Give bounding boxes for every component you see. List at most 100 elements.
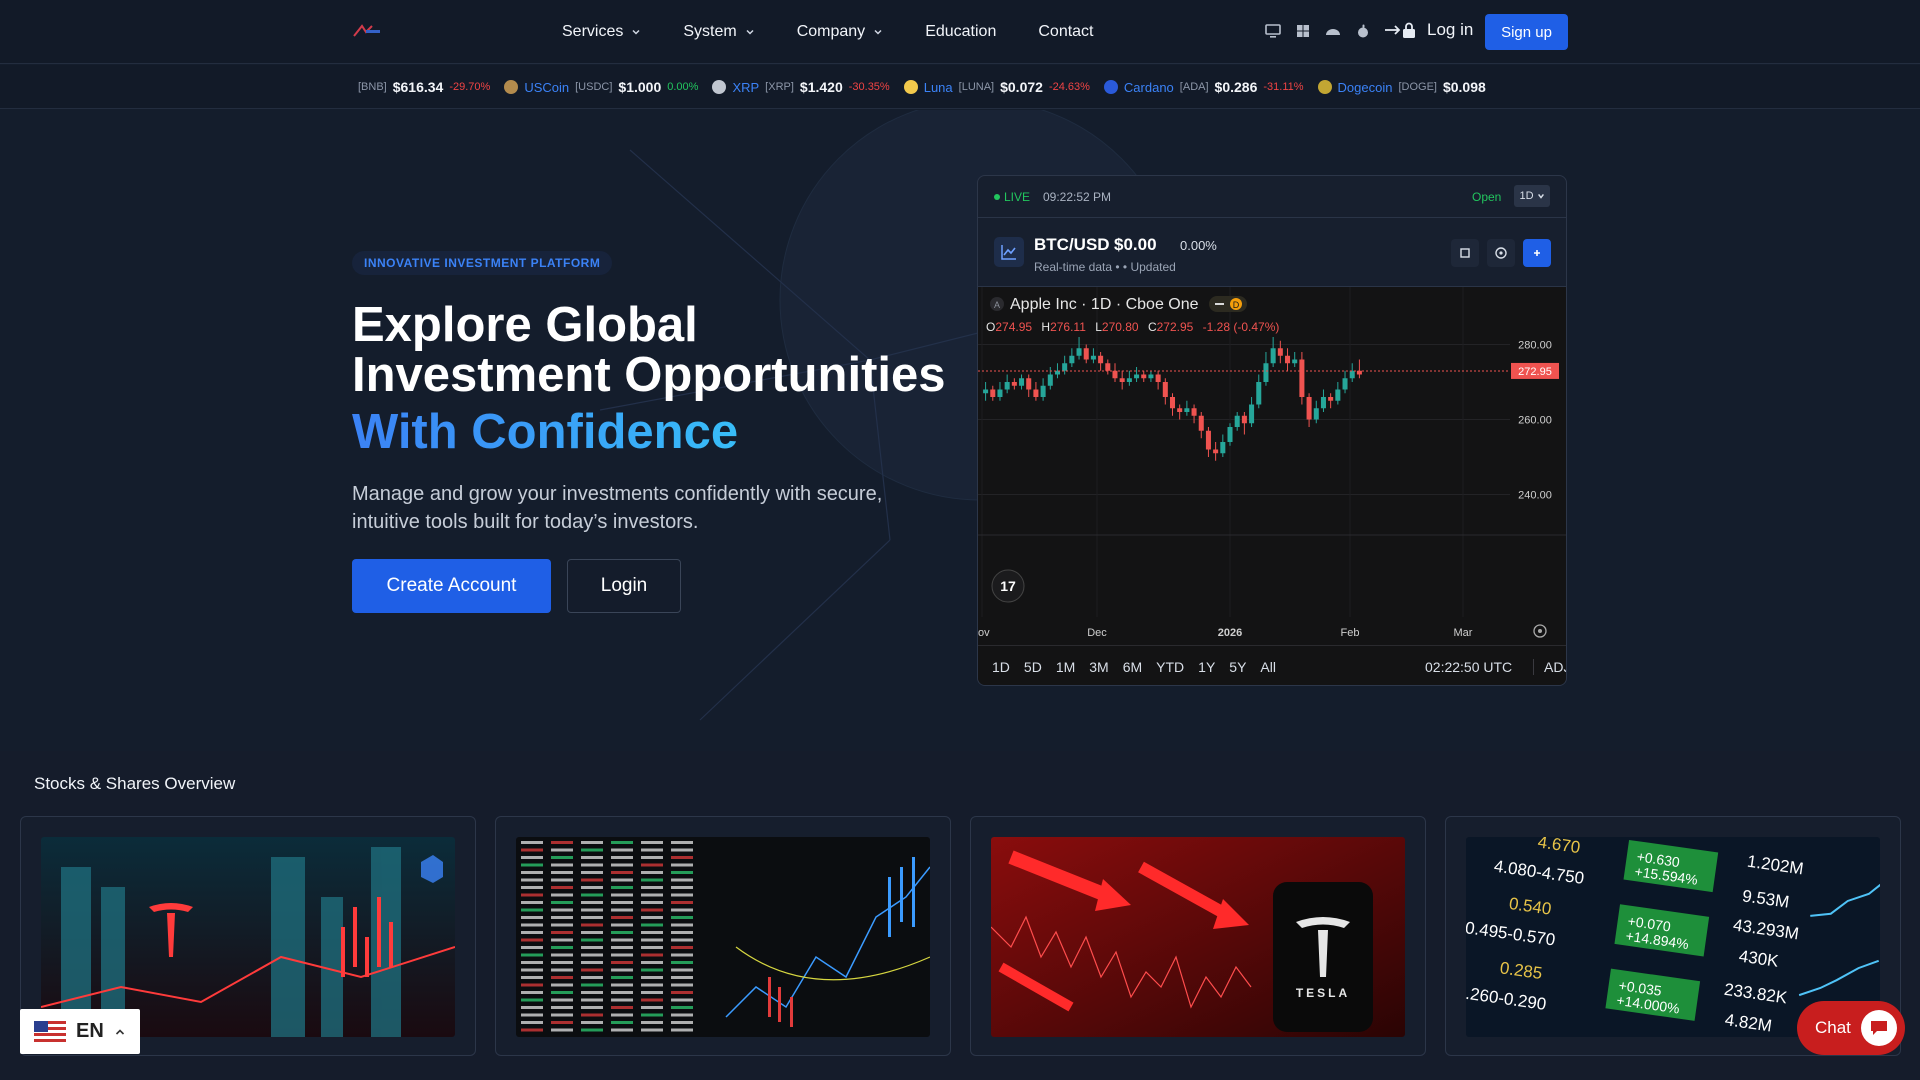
login-button[interactable]: Login xyxy=(567,559,681,613)
candle-body xyxy=(1083,348,1089,360)
symbol-logo-letter: A xyxy=(994,300,1000,310)
pair-meta: Real-time data • • Updated xyxy=(1034,260,1176,274)
range-button[interactable]: 1Y xyxy=(1198,659,1215,675)
range-button[interactable]: 5D xyxy=(1024,659,1042,675)
candle-body xyxy=(1234,415,1240,427)
section-title: Stocks & Shares Overview xyxy=(34,774,236,793)
candle-body xyxy=(1335,389,1341,401)
overview-card[interactable]: TESLA xyxy=(970,816,1426,1056)
coin-icon xyxy=(1317,80,1332,94)
ticker-name: XRP xyxy=(732,79,760,95)
range-button[interactable]: 5Y xyxy=(1229,659,1246,675)
login-label: Log in xyxy=(1427,20,1474,39)
ticker-item[interactable]: XRP [XRP] $1.420 -30.35% xyxy=(712,79,890,95)
range-button[interactable]: 1D xyxy=(992,659,1010,675)
live-label: LIVE xyxy=(1004,190,1031,204)
candle-body xyxy=(1076,348,1082,356)
menu-education[interactable]: Education xyxy=(925,23,996,41)
ohlc-line: O274.95 H276.11 L270.80 C272.95 -1.28 (-… xyxy=(986,320,1279,334)
menu-contact[interactable]: Contact xyxy=(1038,23,1093,41)
ticker-item[interactable]: [BNB] $616.34 -29.70% xyxy=(352,79,490,95)
candle-body xyxy=(1105,363,1111,371)
x-tick-label: Feb xyxy=(1341,627,1360,639)
ticker-symbol: [ADA] xyxy=(1179,81,1209,93)
y-tick-label: 260.00 xyxy=(1518,415,1552,427)
candle-body xyxy=(1299,359,1305,397)
menu-system[interactable]: System xyxy=(683,23,754,41)
candlestick-svg: 272.95 280.00 260.00 240.00 ov Dec 2026 Feb Ma… xyxy=(978,287,1566,639)
adj-toggle[interactable]: ADJ xyxy=(1533,659,1566,675)
apple-icon[interactable] xyxy=(1354,22,1372,40)
ticker-symbol: [XRP] xyxy=(765,81,794,93)
ticker-symbol: [USDC] xyxy=(575,81,613,93)
ticker-change: -30.35% xyxy=(848,81,890,93)
signup-button[interactable]: Sign up xyxy=(1485,14,1568,50)
fullscreen-button[interactable] xyxy=(1451,239,1479,267)
chart-settings-icon-center xyxy=(1538,629,1542,633)
range-button[interactable]: 6M xyxy=(1123,659,1142,675)
candle-body xyxy=(1227,427,1233,442)
period-value: 1D xyxy=(1519,190,1534,202)
candle-body xyxy=(1134,374,1140,379)
stock-table-image xyxy=(516,837,930,1037)
range-button[interactable]: 1M xyxy=(1056,659,1075,675)
range-button[interactable]: YTD xyxy=(1156,659,1184,675)
desktop-icon[interactable] xyxy=(1264,22,1282,40)
plus-icon xyxy=(1534,250,1540,256)
period-select[interactable]: 1D xyxy=(1514,185,1550,207)
ticker-change: -24.63% xyxy=(1048,81,1090,93)
ticker-item[interactable]: Dogecoin [DOGE] $0.098 xyxy=(1317,79,1492,95)
candle-body xyxy=(1241,415,1247,424)
ticker-symbol: [DOGE] xyxy=(1398,81,1437,93)
x-tick-label: Mar xyxy=(1454,627,1473,639)
ticker-item[interactable]: USCoin [USDC] $1.000 0.00% xyxy=(504,79,698,95)
candle-body xyxy=(1004,382,1010,390)
chevron-down-icon xyxy=(632,29,640,35)
symbol-line: Apple Inc · 1D · Cboe One xyxy=(1010,296,1199,313)
create-account-button[interactable]: Create Account xyxy=(352,559,551,613)
crypto-ticker-bar: [BNB] $616.34 -29.70% USCoin [USDC] $1.000 0.0… xyxy=(0,65,1920,109)
windows-icon[interactable] xyxy=(1294,22,1312,40)
us-flag-icon xyxy=(34,1020,66,1043)
tradingview-logo-mark: 17 xyxy=(1000,578,1016,594)
ticker-item[interactable]: Luna [LUNA] $0.072 -24.63% xyxy=(903,79,1090,95)
candle-body xyxy=(1313,408,1319,420)
hero-background-decoration xyxy=(599,110,1301,721)
x-tick-label: Dec xyxy=(1087,627,1107,639)
hero-subtitle: Manage and grow your investments confide… xyxy=(352,483,883,533)
candlestick-chart[interactable]: 272.95 280.00 260.00 240.00 ov Dec 2026 Feb Ma… xyxy=(978,287,1566,645)
candle-body xyxy=(1126,378,1132,382)
menu-label: Education xyxy=(925,23,997,40)
candle-body xyxy=(1047,374,1053,386)
x-tick-label: 2026 xyxy=(1218,627,1242,639)
candle-body xyxy=(1320,397,1326,409)
target-button[interactable] xyxy=(1487,239,1515,267)
range-button[interactable]: 3M xyxy=(1089,659,1108,675)
menu-label: System xyxy=(683,23,737,40)
svg-text:TESLA: TESLA xyxy=(1296,986,1350,1000)
login-link[interactable]: Log in xyxy=(1383,20,1473,40)
candle-body xyxy=(1011,382,1017,386)
add-button[interactable] xyxy=(1523,239,1551,267)
chat-button[interactable]: Chat xyxy=(1797,1001,1905,1055)
candle-body xyxy=(1270,348,1276,364)
android-icon[interactable] xyxy=(1324,22,1342,40)
overview-card[interactable] xyxy=(495,816,951,1056)
range-button[interactable]: All xyxy=(1260,659,1276,675)
menu-services[interactable]: Services xyxy=(562,23,641,41)
candle-body xyxy=(1184,408,1190,412)
chat-bubble-icon xyxy=(1861,1010,1897,1046)
target-icon xyxy=(1495,247,1507,259)
widget-header: BTC/USD $0.00 0.00% Real-time data • • U… xyxy=(978,219,1566,287)
coin-icon xyxy=(504,80,519,94)
menu-company[interactable]: Company xyxy=(797,23,883,41)
brand-logo[interactable] xyxy=(352,24,382,38)
candle-body xyxy=(997,389,1003,397)
candle-body xyxy=(1191,408,1197,416)
minus-icon xyxy=(1215,303,1224,305)
candle-series xyxy=(983,337,1362,461)
language-selector[interactable]: EN xyxy=(20,1009,140,1054)
ticker-item[interactable]: Cardano [ADA] $0.286 -31.11% xyxy=(1103,79,1304,95)
ticker-name: Luna xyxy=(923,79,953,95)
candle-body xyxy=(1090,355,1096,360)
